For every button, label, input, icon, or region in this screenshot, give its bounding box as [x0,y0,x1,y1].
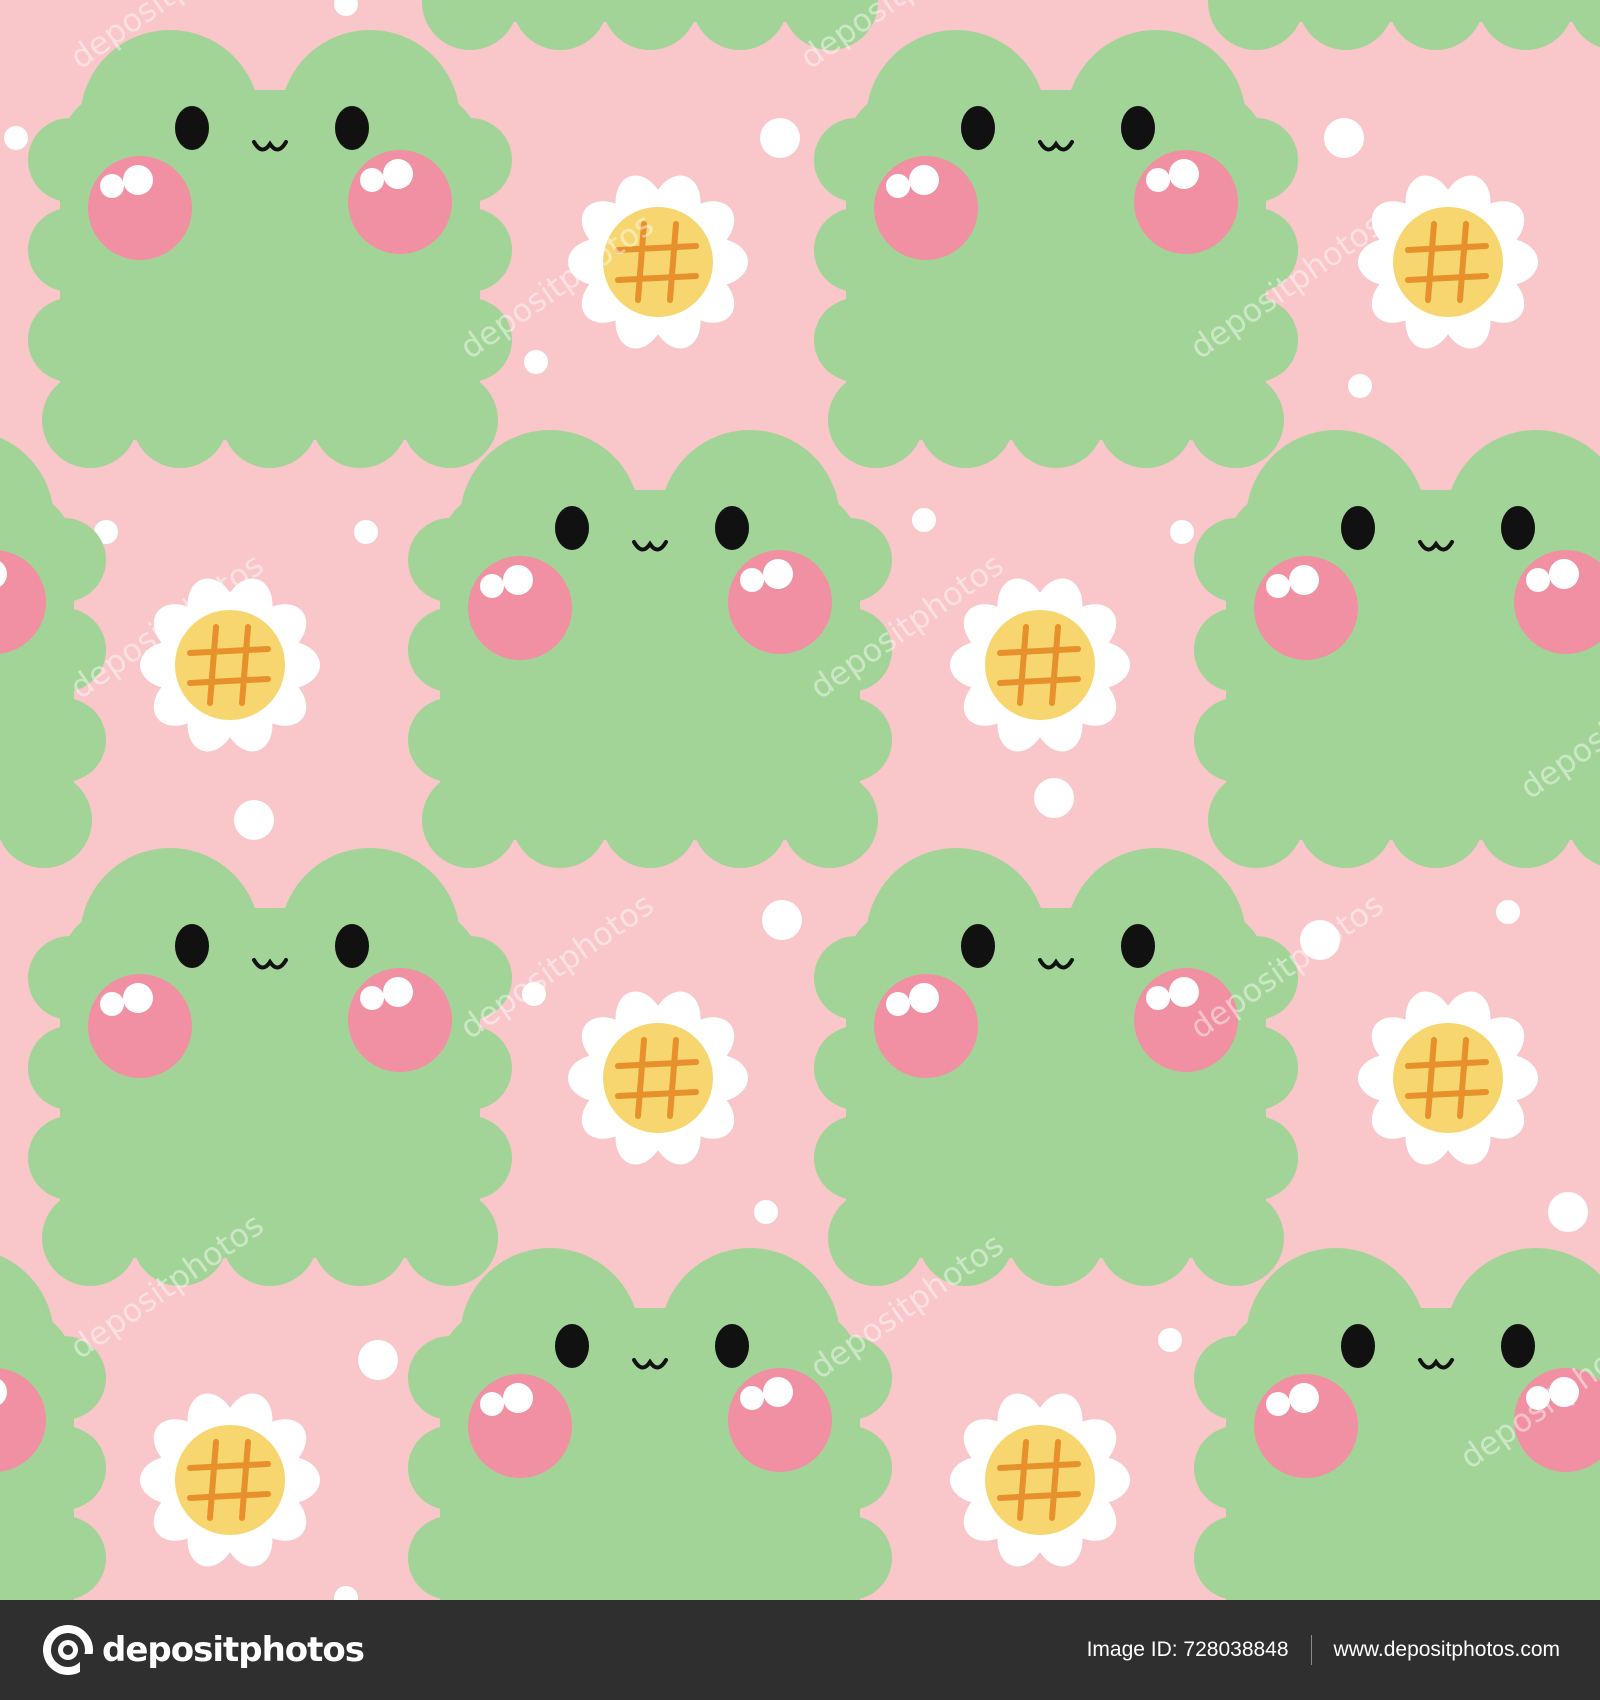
frog-eye [1341,506,1375,550]
frog-character [408,1248,892,1600]
white-dot [1324,118,1364,158]
white-dot [1496,900,1520,924]
white-dot [760,118,800,158]
frog-eye [1341,1324,1375,1368]
flower-center [175,1425,285,1535]
flower-center [985,610,1095,720]
footer-divider [1310,1635,1312,1665]
frog-eye [175,924,209,968]
white-dot [234,800,274,840]
white-dot [754,1200,778,1224]
daisy-flower [1358,991,1538,1165]
flower-center [985,1425,1095,1535]
frog-eye [961,924,995,968]
footer-info: Image ID: 728038848 www.depositphotos.co… [1087,1600,1560,1700]
pattern-canvas: depositphotos depositphotosdepositphotos d… [0,0,1600,1600]
frog-eye [961,106,995,150]
daisy-flower [140,1393,320,1567]
depositphotos-logo[interactable]: depositphotos [40,1622,365,1678]
flower-center [603,1023,713,1133]
white-dot [1034,778,1074,818]
white-dot [524,350,548,374]
frog-character [814,30,1298,468]
frog-eye [715,1324,749,1368]
frog-eye [1121,924,1155,968]
frog-character [0,1255,106,1600]
frog-eye [1501,506,1535,550]
image-id-label: Image ID: 728038848 [1086,1638,1289,1661]
frog-character [408,430,892,868]
daisy-flower [950,578,1130,752]
frog-eye [1501,1324,1535,1368]
daisy-flower [950,1393,1130,1567]
frog-eye [555,1324,589,1368]
white-dot [4,126,28,150]
frog-character [1208,0,1600,50]
frog-character [28,848,512,1286]
white-dot [912,508,936,532]
frog-eye [555,506,589,550]
white-dot [358,1340,398,1380]
frog-eye [335,106,369,150]
white-dot [1158,1328,1182,1352]
white-dot [1548,1192,1588,1232]
daisy-flower [1358,175,1538,349]
frog-eye [175,106,209,150]
logo-wordmark: depositphotos [102,1630,365,1670]
white-dot [334,0,358,16]
frog-eye [715,506,749,550]
seamless-pattern: depositphotos depositphotos depositphotos d… [0,0,1600,1600]
flower-center [1393,207,1503,317]
frog-character [28,30,512,468]
white-dot [354,520,378,544]
daisy-flower [568,991,748,1165]
white-dot [1170,520,1194,544]
white-dot [1348,374,1372,398]
frog-character [814,848,1298,1286]
white-dot [762,900,802,940]
depositphotos-logo-icon [43,1625,94,1676]
site-url-link[interactable]: www.depositphotos.com [1334,1638,1560,1662]
frog-eye [1121,106,1155,150]
stock-footer-bar: depositphotos Image ID: 728038848 www.de… [0,1600,1600,1700]
white-dot [334,1586,358,1600]
frog-character [0,437,106,868]
frog-eye [335,924,369,968]
flower-center [1393,1023,1503,1133]
